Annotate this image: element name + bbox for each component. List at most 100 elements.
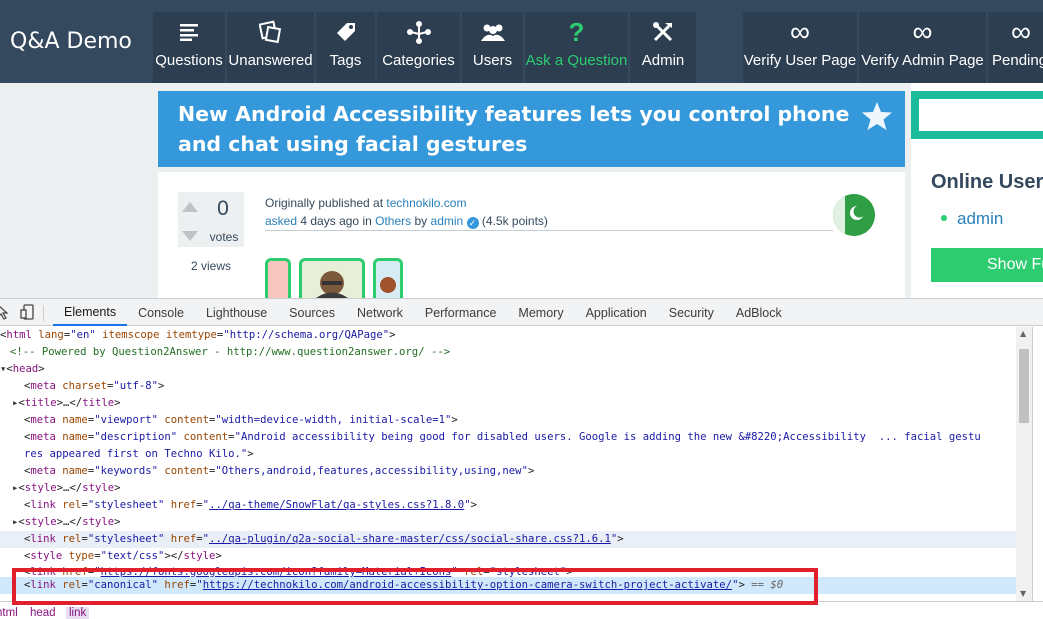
question-meta: Originally published at technokilo.com a… (265, 194, 833, 231)
styles-pane (1032, 327, 1043, 601)
nav-tags[interactable]: Tags (316, 12, 375, 83)
highlight-annotation-box (12, 568, 818, 605)
question-title: New Android Accessibility features lets … (178, 102, 850, 156)
breadcrumb-html[interactable]: html (0, 607, 18, 619)
dom-node-style-css[interactable]: <style type="text/css"></style> (24, 548, 222, 565)
collapse-triangle-icon[interactable]: ▸ (12, 397, 18, 409)
online-users-title: Online User (931, 171, 1043, 193)
nav-label: Tags (329, 52, 362, 69)
category-link[interactable]: Others (375, 214, 411, 228)
dom-node-meta-keywords[interactable]: <meta name="keywords" content="Others,an… (24, 463, 534, 480)
infinity-icon: ∞ (912, 16, 933, 47)
devtools-tabs: Elements Console Lighthouse Sources Netw… (53, 299, 793, 326)
nav-label: Verify Admin Page (861, 52, 984, 69)
unanswered-icon (258, 18, 283, 46)
online-user-name: admin (957, 209, 1004, 228)
dom-node-head[interactable]: ▾<head> (0, 361, 45, 378)
vote-count: 0 (217, 197, 229, 220)
nav-label: Admin (641, 52, 685, 69)
tab-lighthouse[interactable]: Lighthouse (195, 299, 278, 326)
post-image (373, 258, 403, 298)
verified-badge-icon: ✓ (466, 217, 479, 229)
breadcrumb-link[interactable]: link (66, 607, 90, 619)
dom-node-style[interactable]: ▸<style>…</style> (12, 480, 120, 497)
tab-network[interactable]: Network (346, 299, 414, 326)
post-image-strip (265, 258, 411, 298)
dom-node-meta-description[interactable]: <meta name="description" content="Androi… (24, 429, 981, 446)
avatar[interactable] (833, 194, 875, 236)
tab-adblock[interactable]: AdBlock (725, 299, 793, 326)
nav-label: Unanswered (228, 52, 313, 69)
page-background (158, 83, 908, 91)
nav-users[interactable]: Users (462, 12, 523, 83)
author-link[interactable]: admin (431, 214, 464, 228)
breadcrumb-head[interactable]: head (30, 607, 56, 619)
infinity-icon: ∞ (790, 16, 810, 47)
dom-node-html[interactable]: <html lang="en" itemscope itemtype="http… (0, 327, 396, 344)
nav-verify-user-page[interactable]: ∞ Verify User Page (743, 12, 857, 83)
asked-link[interactable]: asked (265, 214, 297, 228)
expand-triangle-icon[interactable]: ▾ (0, 363, 6, 375)
device-toolbar-icon[interactable] (20, 304, 36, 323)
asked-line: asked 4 days ago in Others by admin ✓ (4… (265, 212, 833, 231)
vote-down-icon[interactable] (182, 231, 198, 241)
asked-time: 4 days ago (300, 214, 360, 228)
dom-node-link-social-share[interactable]: <link rel="stylesheet" href="../qa-plugi… (0, 531, 1016, 548)
inspect-element-icon[interactable] (0, 304, 10, 323)
vote-label: votes (209, 230, 239, 244)
post-image (299, 258, 365, 298)
dom-node-meta-charset[interactable]: <meta charset="utf-8"> (24, 378, 164, 395)
dom-node-style[interactable]: ▸<style>…</style> (12, 514, 120, 531)
favorite-star-icon[interactable] (861, 101, 893, 135)
nav-ask-question[interactable]: ? Ask a Question (525, 12, 628, 83)
nav-questions[interactable]: Questions (153, 12, 225, 83)
admin-tools-icon (651, 18, 675, 46)
online-user-item[interactable]: admin (941, 209, 1003, 229)
infinity-icon: ∞ (1011, 16, 1031, 47)
scrollbar-thumb[interactable] (1019, 349, 1029, 423)
nav-label: Questions (155, 52, 223, 69)
tab-elements[interactable]: Elements (53, 299, 128, 326)
toolbar-separator (43, 305, 44, 321)
in-text: in (362, 214, 372, 228)
nav-label: Users (472, 52, 513, 69)
collapse-triangle-icon[interactable]: ▸ (12, 482, 18, 494)
search-input[interactable] (919, 99, 1043, 131)
extra-nav: ∞ Verify User Page ∞ Verify Admin Page ∞… (743, 12, 1043, 83)
question-mark-icon: ? (568, 16, 585, 47)
online-dot-icon (941, 215, 947, 221)
dom-node-link-stylesheet[interactable]: <link rel="stylesheet" href="../qa-theme… (24, 497, 477, 514)
nav-unanswered[interactable]: Unanswered (227, 12, 314, 83)
dom-node-comment[interactable]: <!-- Powered by Question2Answer - http:/… (10, 344, 450, 361)
nav-verify-admin-page[interactable]: ∞ Verify Admin Page (859, 12, 986, 83)
dom-node-meta-description-cont: res appeared first on Techno Kilo."> (24, 448, 254, 460)
published-prefix: Originally published at (265, 196, 384, 210)
elements-tree: <html lang="en" itemscope itemtype="http… (0, 327, 1016, 601)
tab-security[interactable]: Security (658, 299, 725, 326)
nav-pending[interactable]: ∞ Pending (988, 12, 1043, 83)
site-logo[interactable]: Q&A Demo (0, 0, 150, 83)
users-icon (479, 18, 507, 46)
tab-console[interactable]: Console (127, 299, 195, 326)
tab-memory[interactable]: Memory (507, 299, 574, 326)
vote-up-icon[interactable] (182, 202, 198, 212)
dom-node-title[interactable]: ▸<title>…</title> (12, 395, 120, 412)
tab-application[interactable]: Application (575, 299, 658, 326)
tab-sources[interactable]: Sources (278, 299, 346, 326)
tab-performance[interactable]: Performance (414, 299, 508, 326)
nav-admin[interactable]: Admin (630, 12, 696, 83)
nav-categories[interactable]: Categories (377, 12, 460, 83)
categories-icon (406, 18, 432, 46)
elements-scrollbar[interactable]: ▲ ▼ (1016, 327, 1032, 601)
right-sidebar: Online User admin Show Fu (911, 91, 1043, 298)
page-background (0, 83, 158, 298)
author-points: (4.5k points) (481, 214, 548, 228)
main-nav: Questions Unanswered Tags Categories Use… (153, 12, 698, 83)
show-full-button[interactable]: Show Fu (931, 248, 1043, 282)
collapse-triangle-icon[interactable]: ▸ (12, 516, 18, 528)
questions-icon (179, 18, 199, 46)
tag-icon (334, 18, 358, 46)
dom-node-meta-viewport[interactable]: <meta name="viewport" content="width=dev… (24, 412, 458, 429)
source-link[interactable]: technokilo.com (386, 196, 466, 210)
published-line: Originally published at technokilo.com (265, 194, 833, 212)
